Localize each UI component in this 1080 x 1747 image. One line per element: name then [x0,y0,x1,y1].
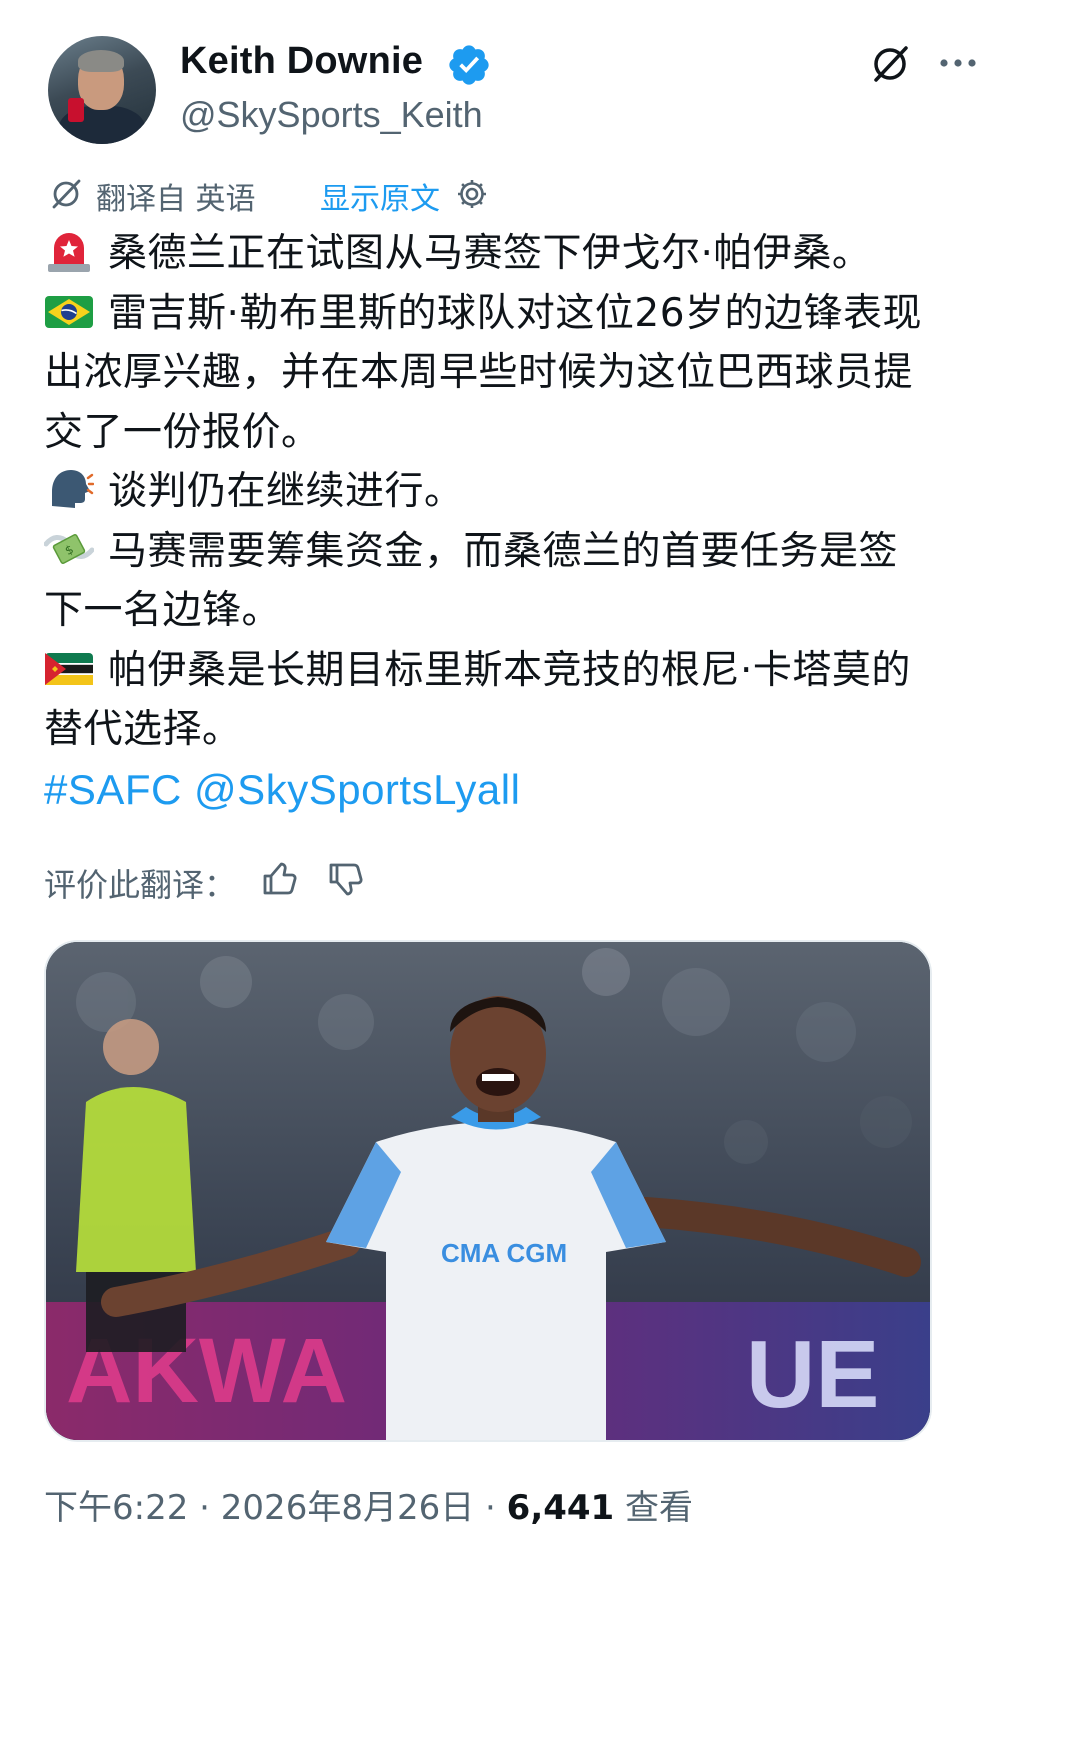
photo-illustration: AKWA UE CMA CGM [46,942,930,1440]
views-label: 查看 [625,1488,694,1528]
thumbs-up-icon[interactable] [260,858,300,898]
hashtag-link[interactable]: #SAFC [44,766,182,813]
svg-text:CMA CGM: CMA CGM [441,1238,567,1268]
grok-icon[interactable] [868,42,912,86]
show-original-link[interactable]: 显示原文 [320,174,440,218]
author-name[interactable]: Keith Downie [180,40,423,83]
meta-separator: · [485,1488,507,1528]
money-wings-icon: $ [44,533,94,564]
more-options-icon[interactable] [938,52,978,74]
translation-bar: 翻译自 英语 显示原文 [48,174,948,218]
tweet-header: Keith Downie @SkySports_Keith [48,36,1032,148]
tweet-meta: 下午6:22 · 2026年8月26日 · 6,441 查看 [44,1480,693,1529]
tweet-line: 谈判仍在继续进行。 [44,462,924,522]
author-handle[interactable]: @SkySports_Keith [180,94,483,136]
siren-icon [48,233,90,272]
translated-from-label: 翻译自 英语 [96,182,256,217]
rate-translation: 评价此翻译： [44,856,644,906]
brazil-flag-icon [45,295,93,328]
svg-text:UE: UE [746,1321,879,1428]
tweet-line: 桑德兰正在试图从马赛签下伊戈尔·帕伊桑。 [44,224,924,284]
verified-badge-icon [449,45,489,85]
tweet-line: $ 马赛需要筹集资金，而桑德兰的首要任务是签下一名边锋。 [44,522,924,641]
tweet-line: 雷吉斯·勒布里斯的球队对这位26岁的边锋表现出浓厚兴趣，并在本周早些时候为这位巴… [44,284,924,463]
gear-icon[interactable] [454,176,490,212]
thumbs-down-icon[interactable] [326,860,366,900]
mention-link[interactable]: @SkySportsLyall [194,766,520,813]
speaking-head-icon [52,470,94,508]
author-avatar[interactable] [48,36,156,144]
tweet-text: 桑德兰正在试图从马赛签下伊戈尔·帕伊桑。 雷吉斯·勒布里斯的球队对这位26岁的边… [44,224,924,819]
grok-translate-icon [52,179,81,209]
mozambique-flag-icon [45,652,93,685]
tweet-line: 帕伊桑是长期目标里斯本竞技的根尼·卡塔莫的替代选择。 [44,641,924,760]
view-count: 6,441 [506,1488,615,1528]
rate-translation-label: 评价此翻译： [44,866,237,904]
tweet-photo[interactable]: AKWA UE CMA CGM [44,940,932,1442]
tweet-time[interactable]: 下午6:22 [44,1488,188,1528]
meta-separator: · [199,1488,221,1528]
tweet-date[interactable]: 2026年8月26日 [221,1488,474,1528]
tweet-links: #SAFC @SkySportsLyall [44,760,924,820]
